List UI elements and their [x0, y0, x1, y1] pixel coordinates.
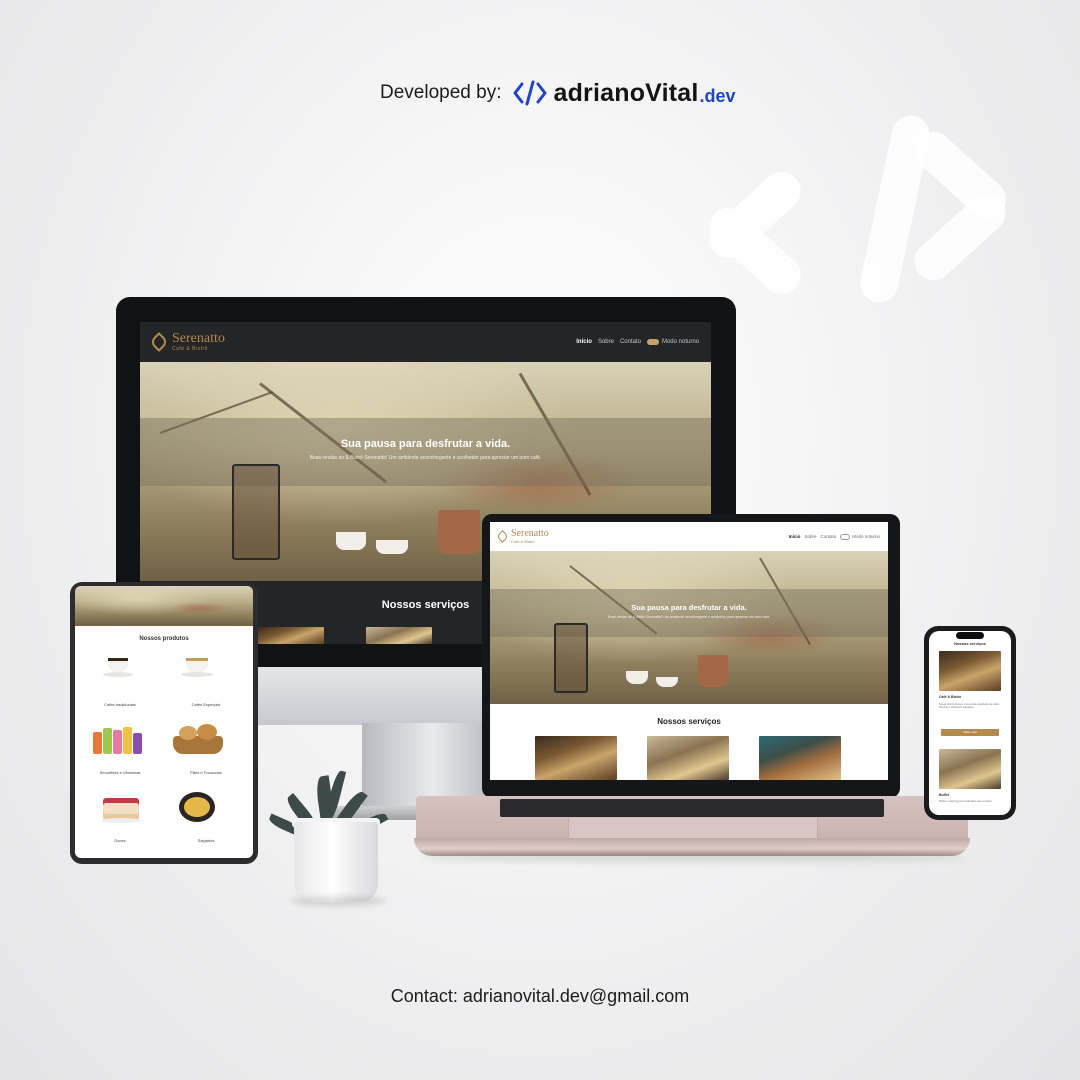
nav-inicio[interactable]: Início — [789, 534, 801, 539]
service-thumb[interactable] — [366, 627, 432, 644]
product-label: Cafés Especiais — [191, 702, 221, 707]
service-thumb[interactable] — [647, 736, 729, 780]
plant-pot-image — [698, 655, 728, 687]
phone-notch — [956, 632, 984, 639]
brand-subtitle: Café & Bistrô — [172, 346, 208, 352]
leaf-logo-icon — [149, 332, 169, 352]
hero-text: Boas-vindas ao & Bistrô Serenatto! Um am… — [309, 455, 542, 461]
mobile-card-title: Buffet — [939, 793, 950, 797]
developed-by-label: Developed by: — [380, 82, 502, 103]
service-thumb[interactable] — [759, 736, 841, 780]
mobile-card-text: Nosso bistrô oferece uma ampla variedade… — [939, 703, 1000, 710]
nav-inicio[interactable]: Início — [576, 339, 592, 345]
hero-title: Sua pausa para desfrutar a vida. — [631, 603, 747, 612]
french-press-image — [232, 464, 280, 560]
code-brackets-icon — [513, 80, 547, 106]
product-label: Doces — [114, 838, 126, 843]
nav-contato[interactable]: Contato — [620, 339, 641, 345]
product-image-cake[interactable] — [101, 790, 141, 824]
logo-name: adrianoVital — [553, 78, 699, 107]
mobile-card-button[interactable]: Saiba mais — [941, 729, 999, 736]
brand-subtitle: Café & Bistrô — [511, 539, 535, 544]
hero-title: Sua pausa para desfrutar a vida. — [340, 438, 511, 450]
product-image-breads[interactable] — [171, 722, 225, 756]
laptop-shadow — [420, 852, 964, 862]
hero-overlay-band — [140, 418, 711, 486]
developer-credit: Developed by: adrianoVital .dev — [380, 78, 736, 108]
plant-pot — [294, 822, 378, 902]
logo-tld: .dev — [699, 85, 736, 106]
mobile-card-title: Café & Bistrô — [939, 695, 962, 699]
mobile-services-title: Nossos serviços — [954, 641, 986, 646]
phone-screen: Nossos serviços Café & Bistrô Nosso bist… — [929, 631, 1011, 815]
hero-section: Sua pausa para desfrutar a vida. Boas-vi… — [490, 551, 888, 704]
nav-sobre[interactable]: Sobre — [598, 339, 614, 345]
contact-line: Contact: adrianovital.dev@gmail.com — [390, 986, 690, 1006]
product-label: Cafés tradicionais — [104, 702, 136, 707]
service-thumb[interactable] — [535, 736, 617, 780]
plant-pot-shadow — [290, 896, 386, 906]
site-header: Serenatto Café & Bistrô Início Sobre Con… — [140, 322, 711, 362]
french-press-image — [554, 623, 588, 693]
laptop-keyboard — [500, 799, 884, 817]
nav-contato[interactable]: Contato — [820, 534, 836, 539]
services-title: Nossos serviços — [657, 717, 721, 726]
nav-dark-mode-label: Modo noturno — [661, 339, 699, 345]
mobile-service-image[interactable] — [939, 651, 1001, 691]
product-image-coffee[interactable] — [103, 658, 133, 680]
brand-name: Serenatto — [172, 331, 225, 346]
site-nav: Início Sobre Contato Modo noturno — [576, 339, 699, 345]
site-nav: Início Sobre Contato Modo noturno — [789, 533, 880, 540]
service-thumb[interactable] — [258, 627, 324, 644]
nav-dark-mode-label: Modo noturno — [852, 534, 880, 539]
product-label: Salgados — [197, 838, 215, 843]
brand-logo[interactable]: Serenatto Café & Bistrô — [496, 528, 549, 544]
site-header: Serenatto Café & Bistrô Início Sobre Con… — [490, 522, 888, 551]
cup-image — [336, 532, 366, 550]
services-section: Nossos serviços — [490, 704, 888, 780]
product-label: Pães e Focaccias — [190, 770, 222, 775]
laptop-screen: Serenatto Café & Bistrô Início Sobre Con… — [490, 522, 888, 780]
leaf-logo-icon — [496, 530, 509, 543]
products-title: Nossos produtos — [139, 636, 189, 642]
cup-image — [626, 671, 648, 684]
dark-mode-toggle[interactable] — [646, 339, 659, 345]
tablet-screen: Nossos produtos Cafés tradicionais Cafés… — [75, 586, 253, 858]
nav-sobre[interactable]: Sobre — [804, 534, 816, 539]
brand-name: Serenatto — [511, 528, 549, 539]
product-image-cappuccino[interactable] — [181, 658, 213, 680]
hero-overlay-band — [490, 589, 888, 637]
brand-logo[interactable]: Serenatto Café & Bistrô — [149, 331, 225, 352]
hero-text: Boas-vindas ao & Bistrô Serenatto! Um am… — [607, 615, 771, 619]
tablet-hero-strip — [75, 586, 253, 626]
product-image-quiche[interactable] — [179, 788, 217, 824]
dark-mode-toggle[interactable] — [840, 533, 851, 540]
plant-pot-image — [438, 510, 480, 554]
mobile-service-image[interactable] — [939, 749, 1001, 789]
product-label: Smoothies e Vitaminas — [99, 770, 141, 775]
mobile-card-text: Buffet e catering personalizados para ev… — [939, 800, 993, 803]
product-image-smoothies[interactable] — [93, 724, 143, 754]
